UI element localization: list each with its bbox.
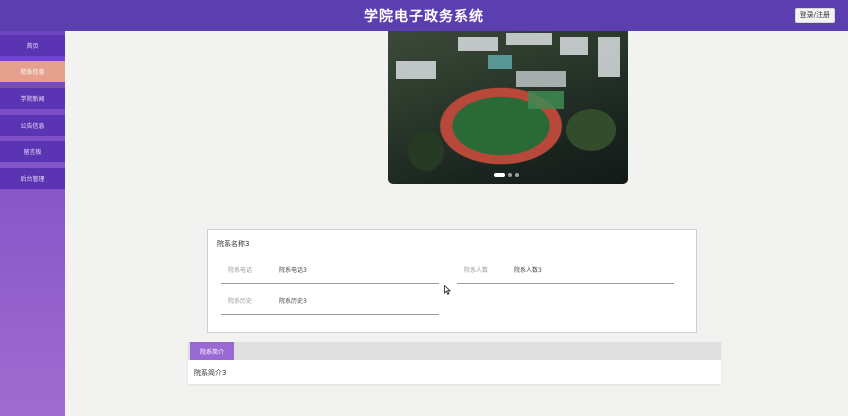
phone-value: 院系电话3 bbox=[279, 267, 307, 274]
history-label: 院系历史 bbox=[228, 298, 253, 305]
member-count-value: 院系人数3 bbox=[514, 267, 542, 274]
history-value: 院系历史3 bbox=[279, 298, 307, 305]
carousel-dot-3[interactable] bbox=[515, 173, 519, 177]
sidebar: 首页 院系信息 学院新闻 公告信息 留言板 后台管理 bbox=[0, 31, 65, 416]
sidebar-item-news[interactable]: 学院新闻 bbox=[0, 88, 65, 109]
history-field: 院系历史 院系历史3 bbox=[221, 289, 439, 315]
sidebar-item-department-info[interactable]: 院系信息 bbox=[0, 61, 65, 82]
campus-image-carousel[interactable] bbox=[388, 31, 628, 184]
login-register-button[interactable]: 登录/注册 bbox=[794, 8, 835, 23]
top-header: 学院电子政务系统 登录/注册 bbox=[0, 0, 848, 31]
phone-field: 院系电话 院系电话3 bbox=[221, 258, 439, 284]
mouse-cursor-icon bbox=[444, 285, 451, 295]
member-count-label: 院系人数 bbox=[464, 267, 489, 274]
carousel-indicators bbox=[494, 173, 519, 177]
carousel-dot-2[interactable] bbox=[508, 173, 512, 177]
sidebar-item-admin[interactable]: 后台管理 bbox=[0, 168, 65, 189]
sidebar-item-announcements[interactable]: 公告信息 bbox=[0, 115, 65, 136]
main-content: 院系名称3 院系电话 院系电话3 院系人数 院系人数3 院系历史 院系历史3 院… bbox=[65, 31, 848, 416]
page-title: 学院电子政务系统 bbox=[364, 8, 484, 25]
sidebar-item-home[interactable]: 首页 bbox=[0, 35, 65, 56]
carousel-dot-1[interactable] bbox=[494, 173, 505, 177]
tab-department-intro[interactable]: 院系简介 bbox=[190, 342, 234, 360]
department-info-card: 院系名称3 院系电话 院系电话3 院系人数 院系人数3 院系历史 院系历史3 bbox=[207, 229, 697, 333]
tab-bar: 院系简介 bbox=[188, 342, 721, 360]
department-tabs: 院系简介 院系简介3 bbox=[188, 342, 721, 384]
tab-content: 院系简介3 bbox=[194, 369, 227, 377]
sidebar-item-message-board[interactable]: 留言板 bbox=[0, 141, 65, 162]
member-count-field: 院系人数 院系人数3 bbox=[457, 258, 674, 284]
department-name: 院系名称3 bbox=[217, 240, 250, 248]
phone-label: 院系电话 bbox=[228, 267, 253, 274]
